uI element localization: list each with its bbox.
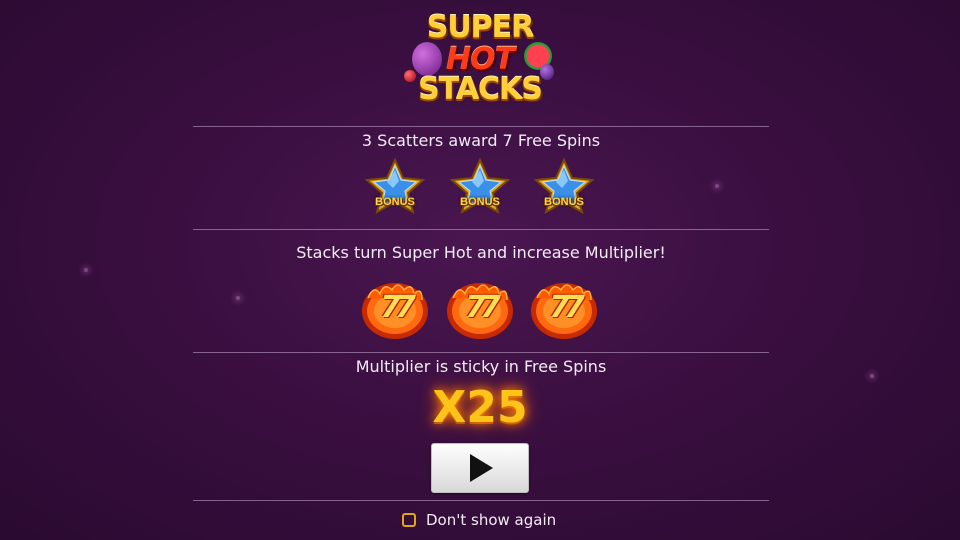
flaming-seven-symbol: 77 bbox=[445, 278, 515, 340]
dont-show-again-toggle[interactable]: Don't show again bbox=[402, 510, 556, 530]
game-logo: SUPER HOT STACKS bbox=[400, 6, 560, 107]
logo-word-super: SUPER bbox=[426, 10, 535, 45]
scatter-rule-text: 3 Scatters award 7 Free Spins bbox=[361, 131, 601, 150]
divider bbox=[193, 352, 769, 353]
sparkle-decoration bbox=[236, 296, 240, 300]
bonus-scatter-symbol: BONUS bbox=[448, 158, 512, 220]
flaming-seven-symbol: 77 bbox=[529, 278, 599, 340]
dont-show-again-label: Don't show again bbox=[426, 511, 557, 529]
play-icon bbox=[470, 454, 493, 482]
divider bbox=[193, 126, 769, 127]
multiplier-value: X25 bbox=[432, 382, 528, 433]
multiplier-rule-text: Multiplier is sticky in Free Spins bbox=[355, 357, 607, 376]
dont-show-again-checkbox[interactable] bbox=[402, 513, 416, 527]
sparkle-decoration bbox=[870, 374, 874, 378]
bonus-scatter-symbol: BONUS bbox=[363, 158, 427, 220]
flaming-seven-symbol: 77 bbox=[360, 278, 430, 340]
seven-glyph: 77 bbox=[465, 290, 501, 325]
divider bbox=[193, 500, 769, 501]
divider bbox=[193, 229, 769, 230]
bonus-scatter-symbol: BONUS bbox=[532, 158, 596, 220]
seven-glyph: 77 bbox=[380, 290, 416, 325]
seven-glyph: 77 bbox=[549, 290, 585, 325]
bonus-label: BONUS bbox=[375, 196, 415, 208]
sparkle-decoration bbox=[84, 268, 88, 272]
play-button[interactable] bbox=[431, 443, 529, 493]
bonus-label: BONUS bbox=[544, 196, 584, 208]
sparkle-decoration bbox=[715, 184, 719, 188]
bonus-label: BONUS bbox=[460, 196, 500, 208]
stacks-rule-text: Stacks turn Super Hot and increase Multi… bbox=[296, 243, 666, 262]
logo-word-stacks: STACKS bbox=[418, 72, 543, 107]
